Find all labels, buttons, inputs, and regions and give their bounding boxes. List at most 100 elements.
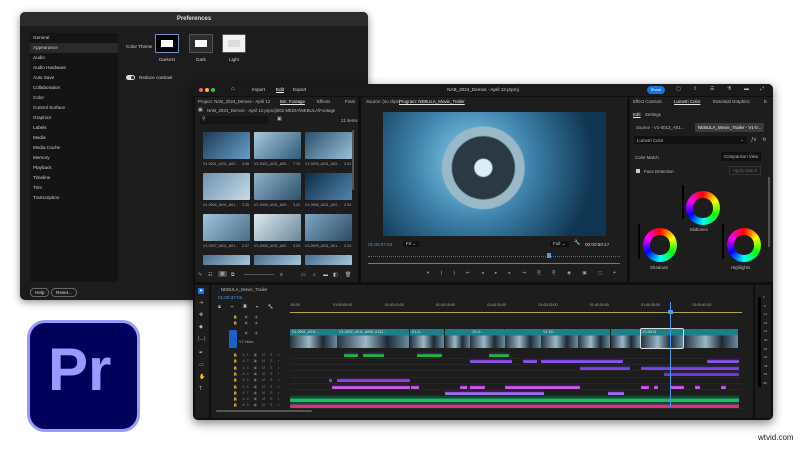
audio-clip[interactable] xyxy=(707,358,739,364)
tab-lumetri-color[interactable]: Lumetri Color xyxy=(674,99,700,104)
tab-effects[interactable]: Effects xyxy=(317,99,330,104)
share-button[interactable]: Share xyxy=(647,86,665,94)
track-header-v1[interactable]: 🔒 ▣ ◉ xyxy=(233,331,261,335)
track-header-v3[interactable]: 🔒 ▣ ◉ xyxy=(233,315,261,319)
track-header-a7[interactable]: 🔒 A7 ▣ M S ◖ xyxy=(233,391,282,395)
add-button-icon[interactable]: + xyxy=(613,270,616,276)
panel-icon[interactable]: ▢ xyxy=(676,86,681,92)
tab-more[interactable]: E xyxy=(764,99,767,104)
audio-clip[interactable] xyxy=(444,389,545,395)
reduce-contrast-toggle[interactable] xyxy=(126,75,135,80)
video-clip[interactable]: V1-0001_A011... xyxy=(290,329,337,348)
clip-thumbnail[interactable] xyxy=(203,132,250,159)
prefs-sidebar-item[interactable]: Control Surface xyxy=(30,103,118,113)
audio-clip[interactable] xyxy=(653,383,658,389)
track-header-v2[interactable]: 🔒 ▣ ◉ xyxy=(233,321,261,325)
prefs-sidebar-item[interactable]: Collaboration xyxy=(30,83,118,93)
audio-clip[interactable] xyxy=(694,383,700,389)
playhead[interactable] xyxy=(670,302,672,407)
midtones-slider[interactable] xyxy=(682,185,684,219)
audio-clip[interactable] xyxy=(362,352,385,357)
tab-program[interactable]: Program: NEBULA_Movie_Trailer xyxy=(399,99,465,104)
track-select-icon[interactable]: ⇥ xyxy=(199,300,203,306)
prefs-sidebar-item[interactable]: Media Cache xyxy=(30,143,118,153)
audio-clip[interactable] xyxy=(417,352,442,357)
clip-thumbnail[interactable] xyxy=(254,173,301,200)
face-detection-checkbox[interactable] xyxy=(636,169,640,173)
midtones-wheel[interactable] xyxy=(686,191,720,225)
list-view-icon[interactable]: ☷ xyxy=(208,272,212,278)
audio-clip[interactable] xyxy=(505,383,581,389)
help-button[interactable]: Help xyxy=(30,288,50,297)
track-header-a6[interactable]: 🔒 A6 ▣ M S ◖ xyxy=(233,385,282,389)
audio-clip[interactable] xyxy=(470,358,513,364)
razor-icon[interactable]: ◆ xyxy=(199,324,203,330)
pen-icon[interactable]: ✒ xyxy=(199,350,203,356)
video-clip[interactable] xyxy=(578,329,611,348)
timeline-scrollbar[interactable] xyxy=(216,410,312,412)
reset-button[interactable]: Reset... xyxy=(51,288,77,297)
effect-dropdown[interactable]: Lumetri Color ⌄ xyxy=(634,136,747,144)
find-icon[interactable]: ⌕ xyxy=(313,272,316,278)
track-header-a2[interactable]: 🔒 A2 ▣ M S ◖ xyxy=(233,359,282,363)
video-clip[interactable] xyxy=(505,329,541,348)
fit-dropdown[interactable]: Fit ⌄ xyxy=(403,241,420,247)
clip-thumbnail[interactable] xyxy=(305,173,352,200)
highlights-slider[interactable] xyxy=(722,224,724,259)
quality-dropdown[interactable]: Full ⌄ xyxy=(550,241,569,247)
clip-thumbnail[interactable] xyxy=(203,173,250,200)
tab-project[interactable]: Project: NAB_2024_Demos - April 12 xyxy=(198,99,270,104)
reset-effect-icon[interactable]: ⟲ xyxy=(762,137,766,143)
sequence-clip-tab[interactable]: NEBULA_Movie_Trailer - V1-0... xyxy=(695,123,765,132)
selection-tool-icon[interactable]: ➤ xyxy=(198,288,205,294)
clip-thumbnail[interactable] xyxy=(305,132,352,159)
audio-clip[interactable] xyxy=(337,377,410,383)
tab-source[interactable]: Source: (no clips) xyxy=(366,99,400,104)
ripple-edit-icon[interactable]: ✥ xyxy=(199,312,203,318)
export-icon[interactable]: ⇪ xyxy=(693,86,697,92)
audio-clip[interactable] xyxy=(522,358,538,364)
v1-target-toggle[interactable] xyxy=(229,330,237,348)
highlights-wheel[interactable] xyxy=(727,228,761,262)
timeline-tool-buttons[interactable]: ⧈ ⌒ ▣ ▾ 🔧 xyxy=(218,304,277,310)
monitor-scroll-bar[interactable] xyxy=(368,263,620,264)
track-header-a3[interactable]: 🔒 A3 ▣ M S ◖ xyxy=(233,366,282,370)
lumetri-scrollbar[interactable] xyxy=(768,177,770,247)
prefs-sidebar-item[interactable]: Trim xyxy=(30,183,118,193)
prefs-sidebar-item[interactable]: General xyxy=(30,33,118,43)
audio-clip[interactable] xyxy=(410,383,420,389)
pencil-icon[interactable]: ✎ xyxy=(198,272,202,278)
fx-icon[interactable]: ƒx xyxy=(751,137,756,143)
prefs-sidebar-item[interactable]: Transcription xyxy=(30,193,118,203)
monitor-ruler[interactable] xyxy=(368,256,620,257)
audio-clip[interactable] xyxy=(607,389,625,395)
clip-thumbnail[interactable] xyxy=(254,255,301,265)
video-clip[interactable]: V1-0013 xyxy=(639,328,685,349)
source-clip-tab[interactable]: Source - V1-0013_A01... xyxy=(636,125,684,130)
audio-clip[interactable] xyxy=(290,402,739,408)
audio-clip[interactable] xyxy=(344,352,358,357)
bin-icon[interactable]: ▭ xyxy=(301,272,306,278)
track-header-a4[interactable]: 🔒 A4 ▣ M S ◖ xyxy=(233,372,282,376)
track-header-a1[interactable]: 🔒 A1 ▣ M S ◖ xyxy=(233,353,282,357)
clip-thumbnail[interactable] xyxy=(254,214,301,241)
video-clip[interactable] xyxy=(610,329,641,348)
track-area[interactable]: V1-0001_A011... V1-0002_A011_A005_0122...… xyxy=(290,302,750,409)
tab-essential-graphics[interactable]: Essential Graphics xyxy=(713,99,750,104)
comment-icon[interactable]: ▬ xyxy=(744,86,749,92)
clip-thumbnail[interactable] xyxy=(305,214,352,241)
transport-controls[interactable]: ▾ { } ⇤ ◂ ▸ ▸ ⇥ ⎘ ⎘ ◉ ▣ ▢ xyxy=(427,270,607,276)
audio-clip[interactable] xyxy=(290,396,739,402)
audio-clip[interactable] xyxy=(720,383,726,389)
comparison-view-button[interactable]: Comparison View xyxy=(721,152,762,161)
prefs-sidebar-item[interactable]: Timeline xyxy=(30,173,118,183)
video-clip[interactable]: V1-0... xyxy=(470,329,505,348)
hand-icon[interactable]: ✋ xyxy=(199,374,205,380)
audio-clip[interactable] xyxy=(488,352,510,357)
playhead-handle[interactable] xyxy=(668,310,674,314)
tab-frame[interactable]: Fram xyxy=(345,99,355,104)
new-bin-icon[interactable]: ▣ xyxy=(277,116,282,122)
prefs-sidebar-item[interactable]: Appearance xyxy=(30,43,118,53)
prefs-sidebar-item[interactable]: Graphics xyxy=(30,113,118,123)
search-input[interactable]: ⚲ xyxy=(200,116,268,124)
